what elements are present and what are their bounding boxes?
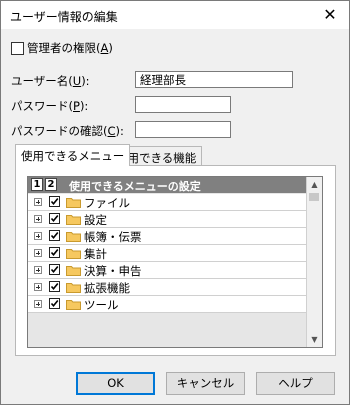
row-label: 集計 (84, 247, 107, 261)
expand-icon[interactable] (34, 300, 42, 308)
password-input[interactable] (135, 96, 231, 113)
grid-row[interactable]: 拡張機能 (28, 279, 306, 296)
username-input[interactable]: 経理部長 (135, 71, 293, 88)
expand-icon[interactable] (34, 215, 42, 223)
expand-icon[interactable] (34, 249, 42, 257)
row-checkbox[interactable] (49, 281, 60, 292)
row-checkbox[interactable] (49, 196, 60, 207)
folder-icon (66, 300, 81, 310)
grid-row[interactable]: 設定 (28, 211, 306, 228)
expand-icon[interactable] (34, 283, 42, 291)
row-checkbox[interactable] (49, 230, 60, 241)
scroll-down-icon[interactable]: ▼ (307, 332, 322, 347)
grid-header: 1 2 使用できるメニューの設定 (28, 177, 306, 193)
grid-row[interactable]: 決算・申告 (28, 262, 306, 279)
tab-available-menus[interactable]: 使用できるメニュー (15, 144, 131, 166)
scroll-thumb[interactable] (309, 193, 319, 201)
grid-row[interactable]: 集計 (28, 245, 306, 262)
row-checkbox[interactable] (49, 213, 60, 224)
menu-permissions-grid: 1 2 使用できるメニューの設定 ファイル 設定 帳簿・伝票 集計 決算・申告 … (27, 176, 323, 348)
password-label: パスワード(P): (11, 99, 89, 113)
folder-icon (66, 198, 81, 208)
vertical-scrollbar[interactable]: ▲ ▼ (306, 177, 322, 347)
row-label: 決算・申告 (84, 264, 142, 278)
scroll-up-icon[interactable]: ▲ (307, 177, 322, 192)
admin-checkbox[interactable] (11, 42, 24, 55)
username-label: ユーザー名(U): (11, 74, 90, 88)
row-label: 帳簿・伝票 (84, 230, 142, 244)
folder-icon (66, 283, 81, 293)
row-checkbox[interactable] (49, 247, 60, 258)
title-bar[interactable]: ユーザー情報の編集 ✕ (1, 1, 349, 29)
admin-checkbox-label[interactable]: 管理者の権限(A) (27, 40, 113, 56)
level-1-button[interactable]: 1 (31, 178, 43, 191)
grid-row[interactable]: ツール (28, 296, 306, 313)
window-title: ユーザー情報の編集 (10, 10, 118, 24)
grid-row[interactable]: 帳簿・伝票 (28, 228, 306, 245)
row-checkbox[interactable] (49, 264, 60, 275)
folder-icon (66, 215, 81, 225)
row-checkbox[interactable] (49, 298, 60, 309)
folder-icon (66, 232, 81, 242)
row-label: ツール (84, 298, 119, 312)
folder-icon (66, 249, 81, 259)
password-confirm-input[interactable] (135, 121, 231, 138)
row-label: ファイル (84, 196, 130, 210)
expand-icon[interactable] (34, 198, 42, 206)
row-label: 設定 (84, 213, 107, 227)
expand-icon[interactable] (34, 232, 42, 240)
password-confirm-label: パスワードの確認(C): (11, 124, 124, 138)
cancel-button[interactable]: キャンセル (166, 372, 245, 395)
folder-icon (66, 266, 81, 276)
close-icon[interactable]: ✕ (321, 6, 339, 24)
grid-header-label: 使用できるメニューの設定 (69, 180, 201, 193)
grid-row[interactable]: ファイル (28, 194, 306, 211)
expand-icon[interactable] (34, 266, 42, 274)
help-button[interactable]: ヘルプ (256, 372, 335, 395)
row-label: 拡張機能 (84, 281, 130, 295)
level-2-button[interactable]: 2 (45, 178, 57, 191)
ok-button[interactable]: OK (76, 372, 155, 395)
